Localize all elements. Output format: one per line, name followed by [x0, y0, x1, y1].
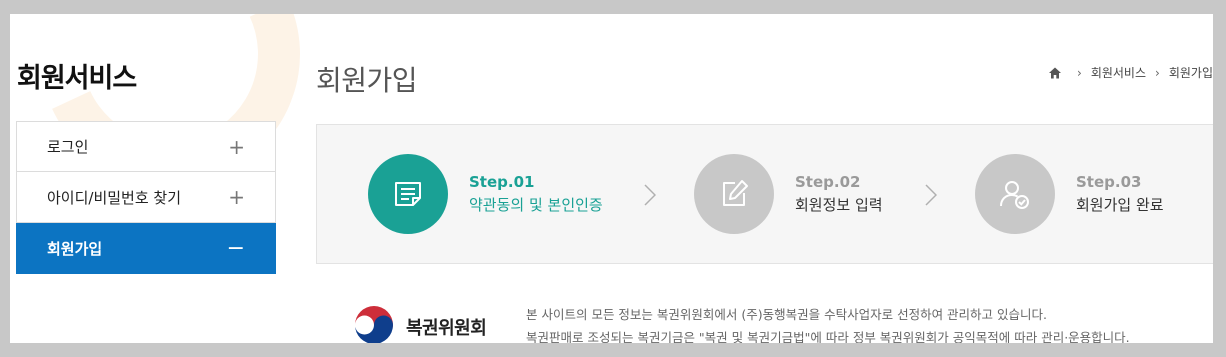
footer-line: 본 사이트의 모든 정보는 복권위원회에서 (주)동행복권을 수탁사업자로 선정… [526, 307, 1047, 322]
footer-description: 본 사이트의 모든 정보는 복권위원회에서 (주)동행복권을 수탁사업자로 선정… [526, 303, 1130, 343]
sidebar-title: 회원서비스 [17, 63, 137, 94]
step-circle [694, 154, 774, 234]
signup-steps: Step.01 약관동의 및 본인인증 Step.02 회원정보 입력 Step… [316, 124, 1213, 264]
step-1: Step.01 약관동의 및 본인인증 [368, 154, 603, 234]
breadcrumb-item[interactable]: 회원가입 [1169, 64, 1213, 81]
step-number: Step.01 [469, 173, 535, 191]
chevron-right-icon: › [1155, 65, 1160, 80]
step-label: 회원가입 완료 [1076, 196, 1164, 214]
footer-logo: 복권위원회 [350, 303, 487, 343]
org-name: 복권위원회 [406, 318, 487, 339]
minus-icon: − [226, 235, 245, 261]
step-number: Step.02 [795, 173, 861, 191]
plus-icon: + [228, 185, 245, 209]
step-circle [368, 154, 448, 234]
sidebar-item-find-account[interactable]: 아이디/비밀번호 찾기 + [16, 172, 276, 223]
chevron-right-icon [925, 184, 937, 206]
step-label: 회원정보 입력 [795, 196, 883, 214]
taegeuk-logo-icon [355, 306, 393, 343]
step-label: 약관동의 및 본인인증 [469, 196, 603, 214]
step-circle [975, 154, 1055, 234]
sidebar-item-label: 아이디/비밀번호 찾기 [47, 188, 182, 207]
step-2: Step.02 회원정보 입력 [694, 154, 883, 234]
chevron-right-icon: › [1077, 65, 1082, 80]
step-number: Step.03 [1076, 173, 1142, 191]
page-frame: 회원서비스 로그인 + 아이디/비밀번호 찾기 + 회원가입 − 회원가입 › … [10, 14, 1213, 343]
sidebar-item-label: 회원가입 [47, 239, 103, 258]
plus-icon: + [228, 134, 245, 159]
sidebar-item-login[interactable]: 로그인 + [16, 121, 276, 172]
step-3: Step.03 회원가입 완료 [975, 154, 1164, 234]
footer-line: 복권판매로 조성되는 복권기금은 "복권 및 복권기금법"에 따라 정부 복권위… [526, 330, 1130, 343]
document-icon [395, 182, 421, 206]
user-check-icon [1000, 181, 1029, 209]
chevron-right-icon [644, 184, 656, 206]
home-icon[interactable] [1048, 66, 1062, 80]
sidebar-menu: 로그인 + 아이디/비밀번호 찾기 + 회원가입 − [16, 121, 276, 274]
edit-icon [723, 180, 748, 206]
breadcrumb-item[interactable]: 회원서비스 [1091, 64, 1146, 81]
breadcrumb: › 회원서비스 › 회원가입 [1048, 64, 1213, 81]
sidebar-item-signup[interactable]: 회원가입 − [16, 223, 276, 274]
sidebar-item-label: 로그인 [47, 138, 89, 156]
page-title: 회원가입 [316, 64, 418, 97]
